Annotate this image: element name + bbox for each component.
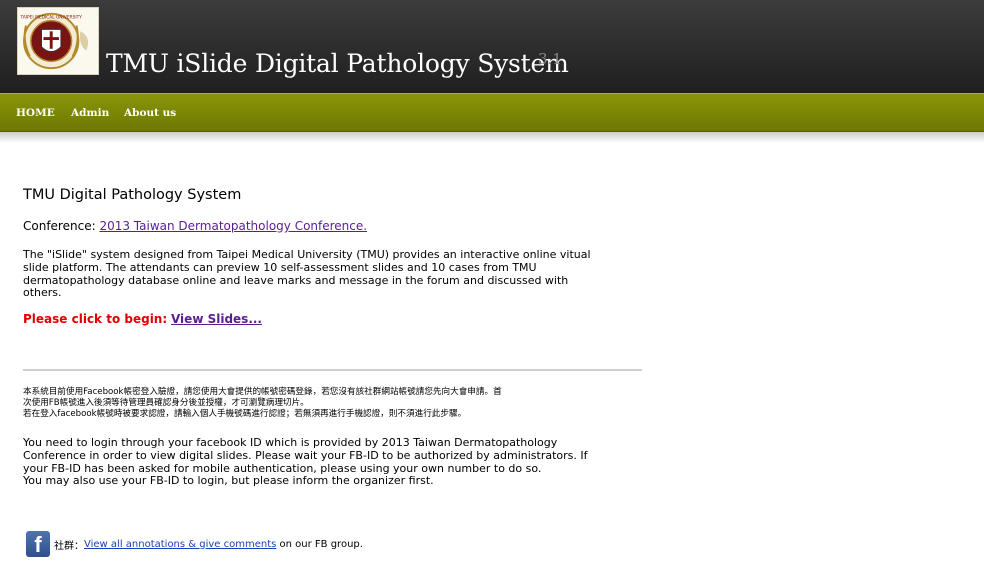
- site-header: TAIPEI MEDICAL UNIVERSITY TMU iSlide Dig…: [0, 0, 984, 93]
- conference-line: Conference: 2013 Taiwan Dermatopathology…: [23, 219, 367, 233]
- nav-home[interactable]: HOME: [16, 107, 55, 119]
- main-nav: HOME Admin About us: [0, 93, 984, 132]
- university-logo[interactable]: TAIPEI MEDICAL UNIVERSITY: [17, 7, 99, 75]
- fb-prefix: 社群：: [54, 540, 84, 552]
- facebook-icon[interactable]: f: [26, 531, 50, 557]
- login-notice-english: You need to login through your facebook …: [23, 436, 653, 488]
- description-line: dermatopathology database online and lea…: [23, 273, 569, 287]
- university-seal-icon: TAIPEI MEDICAL UNIVERSITY: [19, 12, 89, 70]
- notice-en-line: You may also use your FB-ID to login, bu…: [23, 474, 434, 488]
- notice-cn-line: 本系統目前使用Facebook帳密登入驗證，請您使用大會提供的帳號密碼登錄，若您…: [23, 387, 502, 397]
- fb-group-line: f 社群： View all annotations & give commen…: [26, 531, 363, 557]
- system-description: The "iSlide" system designed from Taipei…: [23, 248, 643, 300]
- conference-link[interactable]: 2013 Taiwan Dermatopathology Conference.: [99, 219, 367, 233]
- nav-admin[interactable]: Admin: [71, 107, 109, 119]
- fb-suffix: on our FB group.: [276, 538, 363, 550]
- description-line: others.: [23, 286, 62, 300]
- svg-text:TAIPEI MEDICAL UNIVERSITY: TAIPEI MEDICAL UNIVERSITY: [19, 15, 82, 21]
- site-title: TMU iSlide Digital Pathology System: [106, 49, 569, 78]
- notice-cn-line: 次使用FB帳號進入後須等待管理員確認身分後並授權，才可瀏覽病理切片。: [23, 398, 309, 408]
- nav-about-us[interactable]: About us: [124, 107, 176, 119]
- fb-annotations-link[interactable]: View all annotations & give comments: [84, 539, 276, 550]
- divider: [23, 369, 642, 371]
- view-slides-link[interactable]: View Slides...: [171, 312, 262, 326]
- conference-label: Conference:: [23, 219, 96, 233]
- login-notice-chinese: 本系統目前使用Facebook帳密登入驗證，請您使用大會提供的帳號密碼登錄，若您…: [23, 387, 653, 420]
- notice-en-line: Conference in order to view digital slid…: [23, 448, 588, 462]
- notice-en-line: You need to login through your facebook …: [23, 436, 558, 449]
- nav-shadow: [0, 131, 984, 143]
- version-label: 3.1: [538, 50, 562, 68]
- page-title: TMU Digital Pathology System: [23, 187, 242, 203]
- begin-line: Please click to begin: View Slides...: [23, 312, 262, 326]
- begin-label: Please click to begin:: [23, 312, 168, 326]
- notice-cn-line: 若在登入facebook帳號時被要求認證，請輸入個人手機號碼進行認證；若無須再進…: [23, 409, 467, 419]
- description-line: The "iSlide" system designed from Taipei…: [23, 248, 591, 261]
- description-line: slide platform. The attendants can previ…: [23, 260, 537, 274]
